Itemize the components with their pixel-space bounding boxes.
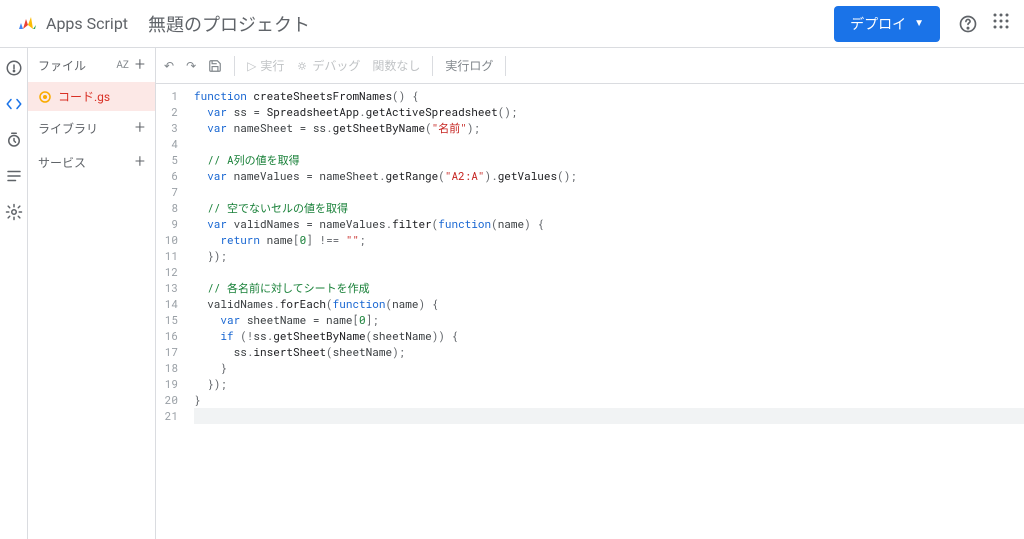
apps-grid-icon[interactable] bbox=[992, 12, 1016, 36]
product-name: Apps Script bbox=[46, 14, 128, 33]
help-icon[interactable] bbox=[956, 12, 980, 36]
file-panel: ファイル AZ + コード.gs ライブラリ + サービス + bbox=[28, 48, 156, 539]
sort-icon[interactable]: AZ bbox=[116, 60, 129, 71]
header: Apps Script 無題のプロジェクト デプロイ ▼ bbox=[0, 0, 1024, 48]
execution-log-button[interactable]: 実行ログ bbox=[445, 57, 493, 74]
rail-editor-icon[interactable] bbox=[2, 92, 26, 116]
add-file-icon[interactable]: + bbox=[135, 56, 145, 74]
services-section-header: サービス + bbox=[28, 145, 155, 179]
save-icon[interactable] bbox=[208, 59, 222, 73]
left-rail bbox=[0, 48, 28, 539]
code-editor[interactable]: 123456789101112131415161718192021 functi… bbox=[156, 84, 1024, 539]
undo-icon[interactable]: ↶ bbox=[164, 59, 174, 73]
libraries-label: ライブラリ bbox=[38, 120, 98, 137]
file-item-code[interactable]: コード.gs bbox=[28, 82, 155, 111]
file-status-icon bbox=[38, 90, 52, 104]
function-select[interactable]: 関数なし bbox=[372, 57, 420, 74]
rail-triggers-icon[interactable] bbox=[2, 128, 26, 152]
debug-button[interactable]: デバッグ bbox=[296, 57, 360, 74]
rail-settings-icon[interactable] bbox=[2, 200, 26, 224]
add-library-icon[interactable]: + bbox=[135, 119, 145, 137]
services-label: サービス bbox=[38, 154, 86, 171]
deploy-label: デプロイ bbox=[850, 14, 906, 34]
editor-toolbar: ↶ ↷ ▷ 実行 デバッグ 関数なし 実行ログ bbox=[156, 48, 1024, 84]
add-service-icon[interactable]: + bbox=[135, 153, 145, 171]
project-title[interactable]: 無題のプロジェクト bbox=[148, 11, 310, 37]
editor-area: ↶ ↷ ▷ 実行 デバッグ 関数なし 実行ログ 1234567891011121… bbox=[156, 48, 1024, 539]
rail-executions-icon[interactable] bbox=[2, 164, 26, 188]
libraries-section-header: ライブラリ + bbox=[28, 111, 155, 145]
apps-script-logo-icon bbox=[16, 12, 40, 36]
deploy-button[interactable]: デプロイ ▼ bbox=[834, 6, 940, 42]
line-gutter: 123456789101112131415161718192021 bbox=[156, 84, 186, 539]
file-name: コード.gs bbox=[58, 88, 110, 105]
files-section-header: ファイル AZ + bbox=[28, 48, 155, 82]
redo-icon[interactable]: ↷ bbox=[186, 59, 196, 73]
caret-down-icon: ▼ bbox=[914, 18, 924, 29]
run-button[interactable]: ▷ 実行 bbox=[247, 57, 284, 74]
code-content[interactable]: function createSheetsFromNames() { var s… bbox=[186, 84, 1024, 539]
rail-overview-icon[interactable] bbox=[2, 56, 26, 80]
product-logo[interactable]: Apps Script bbox=[16, 12, 128, 36]
files-label: ファイル bbox=[38, 57, 86, 74]
